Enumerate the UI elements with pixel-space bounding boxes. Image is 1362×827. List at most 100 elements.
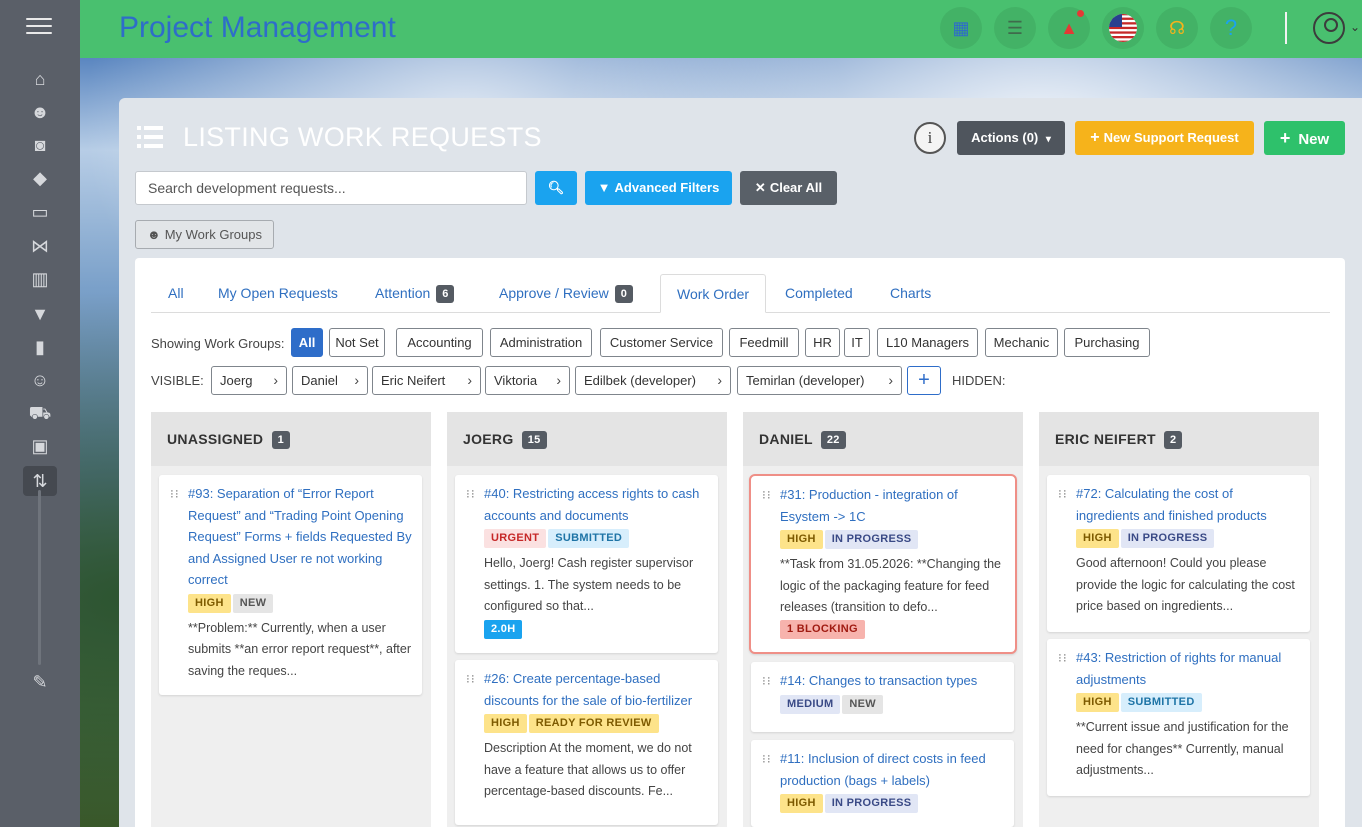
workflow-icon[interactable]: ⋈ [26, 234, 54, 258]
task-title-link[interactable]: #72: Calculating the cost of ingredients… [1076, 483, 1300, 526]
drag-handle-icon[interactable]: ⁝⁝ [1058, 488, 1067, 500]
help-icon[interactable]: ? [1210, 7, 1252, 49]
task-title-link[interactable]: #43: Restriction of rights for manual ad… [1076, 647, 1300, 690]
chevron-down-icon[interactable]: ⌄ [1350, 20, 1360, 34]
search-button[interactable]: 🔍︎ [535, 171, 577, 205]
task-title-link[interactable]: #31: Production - integration of Esystem… [780, 484, 1005, 527]
monitor-icon[interactable]: ▣ [26, 434, 54, 458]
count-badge: 22 [820, 431, 846, 450]
task-card-blocked[interactable]: ⁝⁝ #31: Production - integration of Esys… [749, 474, 1017, 654]
top-bar: Project Management ▦ ☰ ▲ ☊ ? ⌄ [80, 0, 1362, 58]
tab-completed[interactable]: Completed [785, 274, 853, 313]
board-column: JOERG 15 ⁝⁝ #40: Restricting access righ… [447, 412, 727, 827]
actions-dropdown[interactable]: Actions (0) ▾ [957, 121, 1065, 155]
badge-row: HIGH NEW [188, 593, 412, 616]
camera-icon[interactable]: ◙ [26, 133, 54, 157]
info-button[interactable]: i [914, 122, 946, 154]
group-chip-mechanic[interactable]: Mechanic [985, 328, 1058, 357]
count-badge: 0 [614, 285, 633, 304]
app-title[interactable]: Project Management [119, 11, 396, 45]
priority-badge: URGENT [484, 529, 547, 548]
group-chip-all[interactable]: All [291, 328, 323, 357]
home-icon[interactable]: ⌂ [26, 67, 54, 91]
tab-approve-review[interactable]: Approve / Review 0 [499, 274, 633, 313]
task-card[interactable]: ⁝⁝ #40: Restricting access rights to cas… [455, 475, 718, 653]
tab-charts[interactable]: Charts [890, 274, 931, 313]
drag-handle-icon[interactable]: ⁝⁝ [762, 675, 771, 687]
clipboard-icon[interactable]: ▮ [26, 335, 54, 359]
task-title-link[interactable]: #14: Changes to transaction types [780, 670, 1004, 692]
tab-label: Completed [785, 285, 853, 301]
tab-all[interactable]: All [168, 274, 184, 313]
group-chip-customer-service[interactable]: Customer Service [600, 328, 723, 357]
task-card[interactable]: ⁝⁝ #72: Calculating the cost of ingredie… [1047, 475, 1310, 632]
task-title-link[interactable]: #26: Create percentage-based discounts f… [484, 668, 708, 711]
visible-user-chip[interactable]: Edilbek (developer) › [575, 366, 731, 395]
visible-user-chip[interactable]: Joerg › [211, 366, 287, 395]
advanced-filters-button[interactable]: ▼ Advanced Filters [585, 171, 732, 205]
group-chip-accounting[interactable]: Accounting [396, 328, 483, 357]
group-chip-feedmill[interactable]: Feedmill [729, 328, 799, 357]
drag-handle-icon[interactable]: ⁝⁝ [762, 753, 771, 765]
plus-icon: + [1090, 129, 1100, 146]
new-button[interactable]: + New [1264, 121, 1345, 155]
task-title-link[interactable]: #11: Inclusion of direct costs in feed p… [780, 748, 1004, 791]
drag-handle-icon[interactable]: ⁝⁝ [170, 488, 179, 500]
task-card[interactable]: ⁝⁝ #93: Separation of “Error Report Requ… [159, 475, 422, 695]
tab-my-open-requests[interactable]: My Open Requests [218, 274, 338, 313]
task-card[interactable]: ⁝⁝ #11: Inclusion of direct costs in fee… [751, 740, 1014, 827]
tasks-icon[interactable]: ☰ [994, 7, 1036, 49]
filter-icon[interactable]: ▼ [26, 302, 54, 326]
task-description: Good afternoon! Could you please provide… [1076, 556, 1295, 613]
status-badge: READY FOR REVIEW [528, 714, 659, 733]
group-chip-administration[interactable]: Administration [490, 328, 592, 357]
group-chip-it[interactable]: IT [844, 328, 870, 357]
wrench-icon[interactable]: ✎ [26, 670, 54, 694]
visible-user-chip[interactable]: Viktoria › [485, 366, 570, 395]
apps-grid-icon[interactable]: ▦ [940, 7, 982, 49]
my-work-groups-button[interactable]: ☻ My Work Groups [135, 220, 274, 249]
task-card[interactable]: ⁝⁝ #14: Changes to transaction types MED… [751, 662, 1014, 732]
badge-row: MEDIUM NEW [780, 694, 1004, 717]
ticket-icon[interactable]: ▭ [26, 200, 54, 224]
group-chip-not-set[interactable]: Not Set [329, 328, 385, 357]
priority-badge: HIGH [780, 530, 823, 549]
tags-icon[interactable]: ◆ [26, 166, 54, 190]
drag-handle-icon[interactable]: ⁝⁝ [1058, 652, 1067, 664]
visible-user-chip[interactable]: Temirlan (developer) › [737, 366, 902, 395]
visible-user-chip[interactable]: Daniel › [292, 366, 368, 395]
building-icon[interactable]: ▥ [26, 267, 54, 291]
group-chip-purchasing[interactable]: Purchasing [1064, 328, 1150, 357]
badge-row: HIGH SUBMITTED [1076, 693, 1300, 715]
new-support-request-button[interactable]: + New Support Request [1075, 121, 1254, 155]
support-headset-icon[interactable]: ☊ [1156, 7, 1198, 49]
chevron-right-icon: › [354, 372, 359, 388]
user-avatar-icon[interactable] [1313, 12, 1345, 44]
visible-user-chip[interactable]: Eric Neifert › [372, 366, 481, 395]
task-card[interactable]: ⁝⁝ #26: Create percentage-based discount… [455, 660, 718, 825]
tab-label: Work Order [677, 286, 750, 302]
us-flag-icon[interactable] [1102, 7, 1144, 49]
notification-bell-icon[interactable]: ▲ [1048, 7, 1090, 49]
group-chip-hr[interactable]: HR [805, 328, 840, 357]
clear-all-button[interactable]: ✕ Clear All [740, 171, 837, 205]
task-title-link[interactable]: #93: Separation of “Error Report Request… [188, 483, 412, 591]
task-title-link[interactable]: #40: Restricting access rights to cash a… [484, 483, 708, 526]
group-chip-l10-managers[interactable]: L10 Managers [877, 328, 978, 357]
search-input[interactable]: Search development requests... [135, 171, 527, 205]
add-visible-user-button[interactable]: + [907, 366, 941, 395]
cart-icon[interactable]: ⛟ [26, 401, 54, 425]
drag-handle-icon[interactable]: ⁝⁝ [762, 489, 771, 501]
hamburger-menu-icon[interactable] [26, 18, 52, 36]
task-description: **Current issue and justification for th… [1076, 720, 1289, 777]
column-title: DANIEL [759, 431, 813, 447]
users-icon[interactable]: ☻ [26, 100, 54, 124]
tab-attention[interactable]: Attention 6 [375, 274, 455, 313]
task-card[interactable]: ⁝⁝ #43: Restriction of rights for manual… [1047, 639, 1310, 796]
chevron-right-icon: › [467, 372, 472, 388]
tab-work-order[interactable]: Work Order [660, 274, 767, 313]
drag-handle-icon[interactable]: ⁝⁝ [466, 488, 475, 500]
team-icon[interactable]: ☺ [26, 368, 54, 392]
status-badge: NEW [842, 694, 883, 714]
drag-handle-icon[interactable]: ⁝⁝ [466, 673, 475, 685]
